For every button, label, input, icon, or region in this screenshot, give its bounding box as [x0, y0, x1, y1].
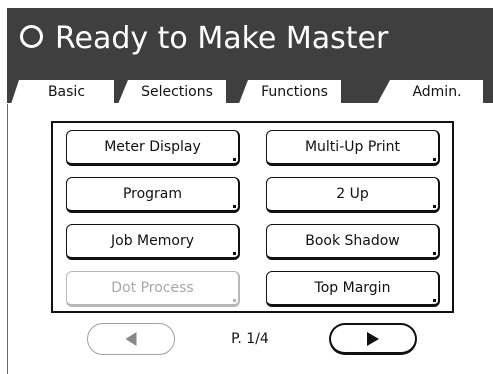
corner-mark-icon [233, 299, 236, 302]
multi-up-print-button[interactable]: Multi-Up Print [266, 130, 440, 166]
tab-functions[interactable]: Functions [238, 80, 341, 106]
status-circle-icon [20, 25, 43, 48]
page-indicator: P. 1/4 [231, 331, 269, 347]
corner-mark-icon [433, 299, 436, 302]
corner-mark-icon [233, 252, 236, 255]
tab-admin[interactable]: Admin. [377, 80, 483, 104]
corner-mark-icon [433, 252, 436, 255]
status-header: Ready to Make Master Basic Selections Fu… [7, 8, 493, 106]
corner-mark-icon [433, 205, 436, 208]
next-page-button[interactable] [329, 323, 417, 355]
program-label: Program [122, 186, 183, 202]
right-triangle-icon [367, 331, 379, 346]
screen: Ready to Make Master Basic Selections Fu… [0, 0, 493, 374]
corner-mark-icon [433, 158, 436, 161]
job-memory-label: Job Memory [111, 233, 194, 249]
status-title: Ready to Make Master [55, 21, 389, 56]
top-margin-label: Top Margin [314, 280, 391, 296]
top-margin-button[interactable]: Top Margin [266, 271, 440, 307]
two-up-button[interactable]: 2 Up [266, 177, 440, 213]
multi-up-print-label: Multi-Up Print [304, 139, 401, 155]
corner-mark-icon [233, 158, 236, 161]
program-button[interactable]: Program [66, 177, 240, 213]
meter-display-button[interactable]: Meter Display [66, 130, 240, 166]
left-triangle-icon [125, 332, 137, 346]
dot-process-label: Dot Process [111, 280, 194, 296]
meter-display-label: Meter Display [104, 139, 201, 155]
previous-page-button[interactable] [87, 323, 175, 355]
dot-process-button[interactable]: Dot Process [66, 271, 240, 307]
tab-selections[interactable]: Selections [118, 80, 226, 104]
job-memory-button[interactable]: Job Memory [66, 224, 240, 260]
tab-basic[interactable]: Basic [11, 80, 114, 104]
two-up-label: 2 Up [336, 186, 369, 202]
book-shadow-label: Book Shadow [305, 233, 400, 249]
book-shadow-button[interactable]: Book Shadow [266, 224, 440, 260]
corner-mark-icon [233, 205, 236, 208]
